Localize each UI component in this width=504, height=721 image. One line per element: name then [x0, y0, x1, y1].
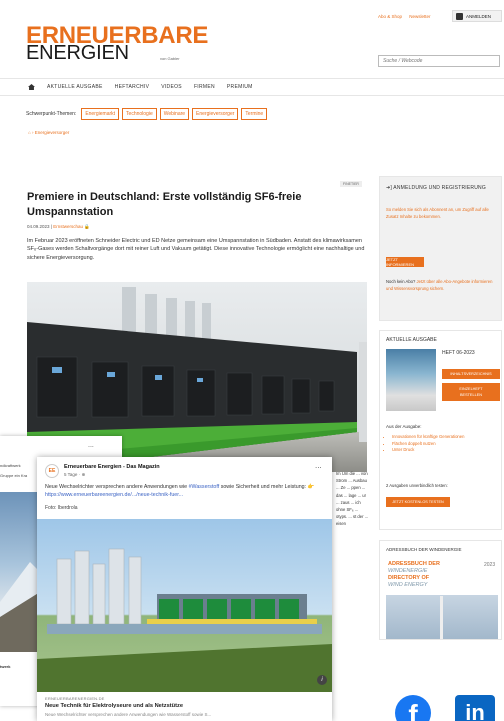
directory-book-title: ADRESSBUCH DER WINDENERGIE DIRECTORY OF … [388, 561, 440, 589]
left-card-footer: twerk [0, 664, 11, 669]
logo-bottom[interactable]: ENERGIEN [26, 42, 129, 65]
from-issue-label: Aus der Ausgabe: [386, 424, 422, 429]
nav-item-firmen[interactable]: FIRMEN [194, 84, 215, 90]
nav-item-aktuelle-ausgabe[interactable]: AKTUELLE AUSGABE [47, 84, 103, 90]
logo-tag: von Gabler [160, 56, 180, 61]
issue-cover-image[interactable] [386, 349, 436, 411]
nav-item-heftarchiv[interactable]: HEFTARCHIV [115, 84, 150, 90]
search-input[interactable]: Suche / Webcode [378, 55, 500, 67]
globe-icon: ⊕ [81, 472, 86, 477]
order-issue-button[interactable]: EINZELHEFT BESTELLEN [442, 383, 500, 401]
more-options-icon[interactable]: ... [88, 442, 94, 449]
wind-turbine-image [440, 596, 443, 639]
login-box-text[interactable]: So melden Sie sich als Abonnent an, um Z… [386, 207, 494, 220]
link-title[interactable]: Neue Technik für Elektrolyseure und als … [45, 703, 183, 709]
info-icon[interactable]: i [317, 675, 327, 685]
article-category-badge: FINETIER [340, 181, 362, 187]
article-body-fragment: Im Um die ... von Strom ... Ausbau ... Z… [336, 471, 369, 527]
login-box-title: ➜] ANMELDUNG UND REGISTRIERUNG [386, 185, 486, 192]
article-source-link[interactable]: Ernstwerschau [53, 224, 83, 229]
linkedin-icon[interactable]: in [455, 695, 495, 721]
page-avatar[interactable]: EE [45, 464, 59, 478]
informieren-button[interactable]: JETZT INFORMIEREN [386, 257, 424, 267]
link-description: Neue Wechselrichter versprechen andere A… [45, 712, 212, 717]
book-line-3: DIRECTORY OF [388, 575, 430, 581]
nav-item-premium[interactable]: PREMIUM [227, 84, 253, 90]
more-options-icon[interactable]: ... [315, 461, 322, 470]
login-button[interactable]: ANMELDEN [452, 10, 502, 22]
login-box-title-text: ANMELDUNG UND REGISTRIERUNG [393, 185, 486, 191]
post-image[interactable] [37, 519, 332, 692]
top-links: Abo & Shop Newsletter [378, 14, 437, 19]
trial-button[interactable]: JETZT KOSTENLOS TESTEN [386, 497, 450, 507]
topic-energieversorger[interactable]: Energieversorger [192, 108, 239, 120]
issue-article-list: Innovationen für künftige Generationen F… [392, 434, 497, 454]
abo-shop-link[interactable]: Abo & Shop [378, 14, 402, 19]
no-abo-text: Noch kein Abo? Jetzt über alle Abo-Angeb… [386, 279, 496, 292]
page-name[interactable]: Erneuerbare Energien - Das Magazin [64, 464, 160, 470]
contents-button[interactable]: INHALTSVERZEICHNIS [442, 369, 500, 379]
post-time: 5 Tage · ⊕ [64, 472, 85, 478]
login-label: ANMELDEN [466, 13, 492, 19]
user-icon [456, 12, 463, 20]
post-text: Neue Wechselrichter versprechen andere A… [45, 484, 330, 499]
issue-article-link[interactable]: Unter Druck [392, 447, 497, 454]
topic-bar: Schwerpunkt-Themen: Energiemarkt Technol… [26, 108, 268, 120]
post-text-b: sowie Sicherheit und mehr Leistung: 👉 [219, 484, 315, 490]
newsletter-link[interactable]: Newsletter [409, 14, 430, 19]
topic-energiemarkt[interactable]: Energiemarkt [81, 108, 120, 120]
link-source: ERNEUERBARENERGIEN.DE [45, 696, 105, 701]
issue-name: HEFT 06-2023 [442, 350, 475, 356]
post-text-a: Neue Wechselrichter versprechen andere A… [45, 484, 189, 490]
topic-termine[interactable]: Termine [241, 108, 268, 120]
book-line-1: ADRESSBUCH DER [388, 561, 440, 567]
topic-technologie[interactable]: Technologie [122, 108, 157, 120]
main-nav: AKTUELLE AUSGABE HEFTARCHIV VIDEOS FIRME… [0, 78, 504, 96]
directory-year: 2023 [484, 562, 496, 568]
article-meta: 04.09.2023 | Ernstwerschau 🔒 [27, 224, 90, 229]
facebook-icon[interactable]: f [395, 695, 431, 721]
order-issue-label-2: BESTELLEN [460, 393, 482, 397]
nav-item-videos[interactable]: VIDEOS [161, 84, 182, 90]
current-issue-box: AKTUELLE AUSGABE HEFT 06-2023 INHALTSVER… [379, 330, 502, 530]
home-icon[interactable]: ⌂ › [28, 130, 35, 135]
login-box: ➜] ANMELDUNG UND REGISTRIERUNG So melden… [379, 176, 502, 321]
left-card-text-2: Gruppe ein Kra [0, 473, 28, 478]
electrolyser-render [37, 548, 332, 692]
topic-webinare[interactable]: Webinare [159, 108, 190, 120]
no-abo-label: Noch kein Abo? [386, 279, 416, 284]
home-icon[interactable] [28, 84, 35, 90]
current-issue-title: AKTUELLE AUSGABE [386, 337, 437, 343]
trial-text: 2 Ausgaben unverbindlich testen: [386, 483, 448, 488]
breadcrumb: ⌂ › Energieversorger [28, 130, 69, 135]
post-time-text: 5 Tage · [64, 472, 82, 477]
hashtag-link[interactable]: #Wasserstoff [189, 484, 220, 490]
left-card-text-1: ndkraftwerk [0, 463, 21, 468]
page: ERNEUERBARE ENERGIEN von Gabler Abo & Sh… [0, 0, 504, 721]
book-line-4: WIND ENERGY [388, 582, 428, 588]
facebook-post-card[interactable]: EE Erneuerbare Energien - Das Magazin 5 … [37, 457, 332, 721]
article-lead: Im Februar 2023 eröffneten Schneider Ele… [27, 238, 365, 261]
book-line-2: WINDENERGIE [388, 568, 428, 574]
lock-icon: 🔒 [84, 224, 90, 229]
breadcrumb-item[interactable]: Energieversorger [35, 130, 70, 135]
post-url-link[interactable]: https://www.erneuerbareenergien.de/.../n… [45, 492, 183, 498]
directory-title: ADRESSBUCH DER WINDENERGIE [386, 547, 462, 552]
article-date: 04.09.2023 [27, 224, 50, 229]
directory-box: ADRESSBUCH DER WINDENERGIE ADRESSBUCH DE… [379, 540, 502, 640]
article-title: Premiere in Deutschland: Erste vollständ… [27, 191, 302, 218]
post-photo-credit: Foto: Iberdrola [45, 505, 78, 511]
topic-label: Schwerpunkt-Themen: [26, 111, 77, 117]
